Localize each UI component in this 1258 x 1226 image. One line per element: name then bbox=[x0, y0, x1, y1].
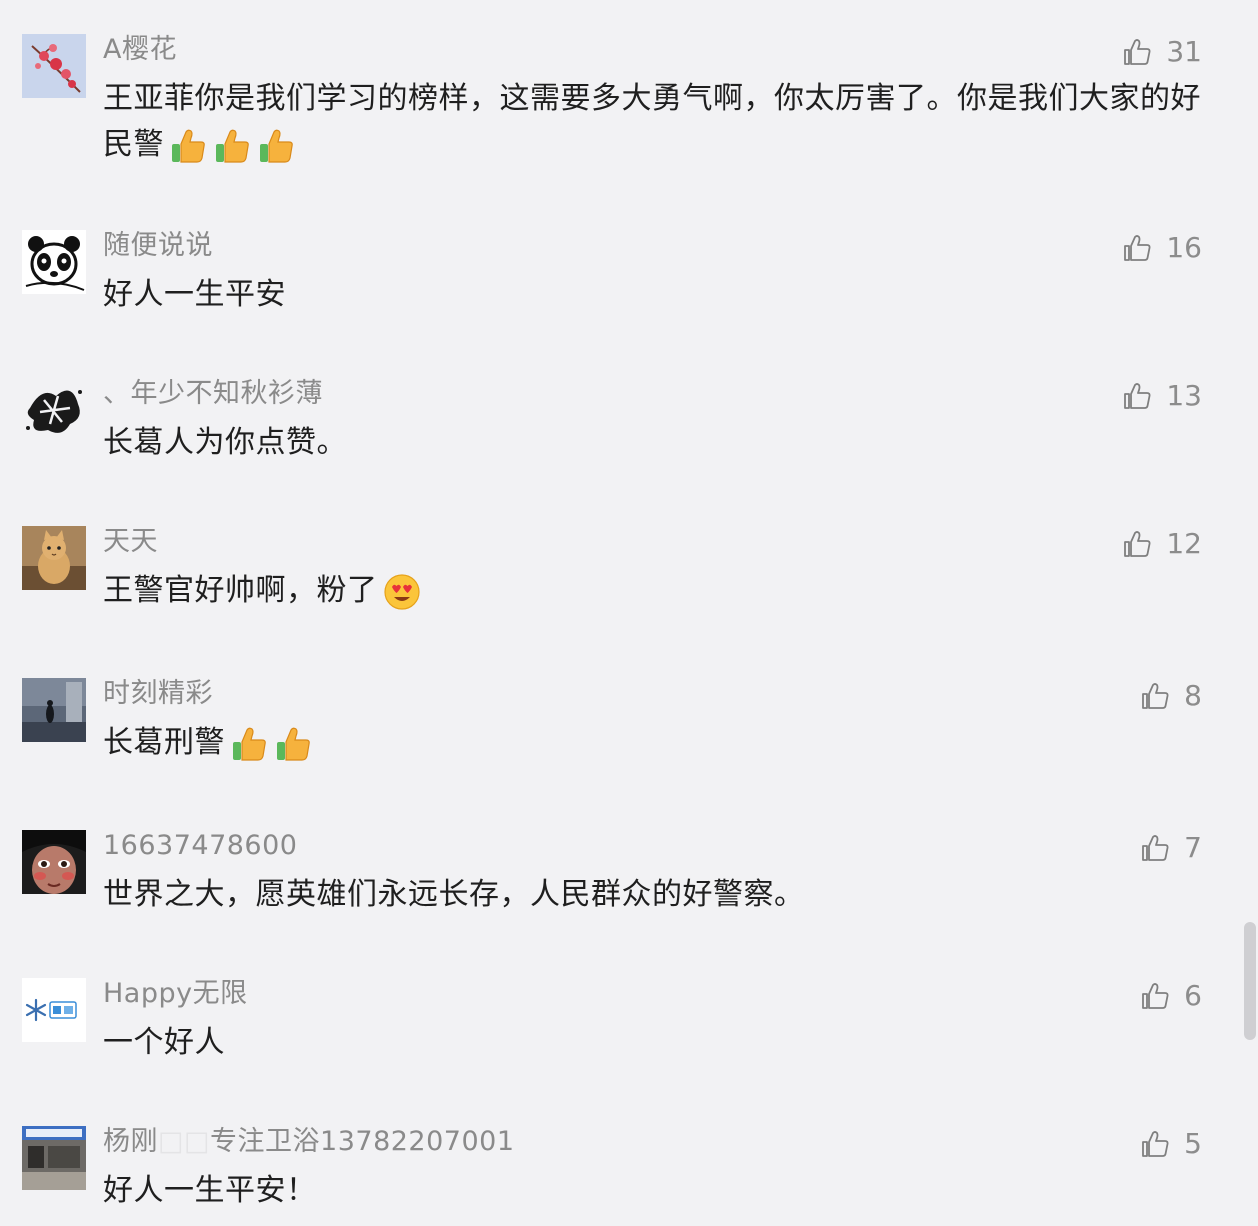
comment-text: 王亚菲你是我们学习的榜样，这需要多大勇气啊，你太厉害了。你是我们大家的好民警 bbox=[103, 76, 1203, 168]
like-button[interactable]: 5 bbox=[1140, 1126, 1202, 1162]
like-button[interactable]: 31 bbox=[1122, 34, 1202, 70]
like-count: 7 bbox=[1184, 831, 1202, 864]
storefront-avatar[interactable] bbox=[22, 1126, 86, 1190]
heart-eyes-emoji bbox=[382, 572, 422, 612]
username[interactable]: 、年少不知秋衫薄 bbox=[103, 376, 323, 412]
comment-text: 长葛人为你点赞。 bbox=[103, 425, 347, 460]
like-count: 8 bbox=[1184, 679, 1202, 712]
comment-text: 王警官好帅啊，粉了 bbox=[103, 568, 1203, 614]
thumbs-up-emoji bbox=[212, 126, 252, 166]
like-button[interactable]: 13 bbox=[1122, 378, 1202, 414]
comment-text: 好人一生平安 bbox=[103, 277, 286, 312]
username[interactable]: A樱花 bbox=[103, 32, 177, 68]
like-button[interactable]: 7 bbox=[1140, 830, 1202, 866]
blank-glyph-placeholder: □□ bbox=[158, 1126, 211, 1157]
like-button[interactable]: 8 bbox=[1140, 678, 1202, 714]
like-count: 5 bbox=[1184, 1127, 1202, 1160]
username[interactable]: Happy无限 bbox=[103, 976, 248, 1012]
face-avatar[interactable] bbox=[22, 830, 86, 894]
username[interactable]: 随便说说 bbox=[103, 228, 213, 264]
thumbs-up-icon bbox=[1140, 680, 1172, 712]
like-count: 31 bbox=[1166, 35, 1202, 68]
comment-text: 长葛刑警 bbox=[103, 720, 1203, 766]
thumbs-up-icon bbox=[1140, 980, 1172, 1012]
comment-text: 好人一生平安！ bbox=[103, 1173, 317, 1208]
thumbs-up-emoji bbox=[273, 724, 313, 764]
panda-avatar[interactable] bbox=[22, 230, 86, 294]
like-count: 12 bbox=[1166, 527, 1202, 560]
thumbs-up-emoji bbox=[229, 724, 269, 764]
username[interactable]: 时刻精彩 bbox=[103, 676, 213, 712]
scrollbar-thumb[interactable] bbox=[1244, 922, 1256, 1040]
like-count: 16 bbox=[1166, 231, 1202, 264]
thumbs-up-icon bbox=[1122, 380, 1154, 412]
street-night-avatar[interactable] bbox=[22, 678, 86, 742]
thumbs-up-icon bbox=[1140, 832, 1172, 864]
comment-text: 世界之大，愿英雄们永远长存，人民群众的好警察。 bbox=[103, 877, 805, 912]
thumbs-up-emoji bbox=[168, 126, 208, 166]
thumbs-up-icon bbox=[1122, 232, 1154, 264]
ink-splash-avatar[interactable] bbox=[22, 378, 86, 442]
thumbs-up-icon bbox=[1122, 528, 1154, 560]
username[interactable]: 16637478600 bbox=[103, 828, 297, 864]
like-button[interactable]: 12 bbox=[1122, 526, 1202, 562]
username[interactable]: 天天 bbox=[103, 524, 158, 560]
like-count: 13 bbox=[1166, 379, 1202, 412]
like-count: 6 bbox=[1184, 979, 1202, 1012]
thumbs-up-emoji bbox=[256, 126, 296, 166]
cherry-blossom-avatar[interactable] bbox=[22, 34, 86, 98]
username[interactable]: 杨刚□□专注卫浴13782207001 bbox=[103, 1124, 515, 1160]
comment-text: 一个好人 bbox=[103, 1025, 225, 1060]
like-button[interactable]: 16 bbox=[1122, 230, 1202, 266]
snowflake-logo-avatar[interactable] bbox=[22, 978, 86, 1042]
cat-avatar[interactable] bbox=[22, 526, 86, 590]
thumbs-up-icon bbox=[1140, 1128, 1172, 1160]
thumbs-up-icon bbox=[1122, 36, 1154, 68]
like-button[interactable]: 6 bbox=[1140, 978, 1202, 1014]
comment-list: A樱花 31 王亚菲你是我们学习的榜样，这需要多大勇气啊，你太厉害了。你是我们大… bbox=[0, 0, 1258, 1226]
